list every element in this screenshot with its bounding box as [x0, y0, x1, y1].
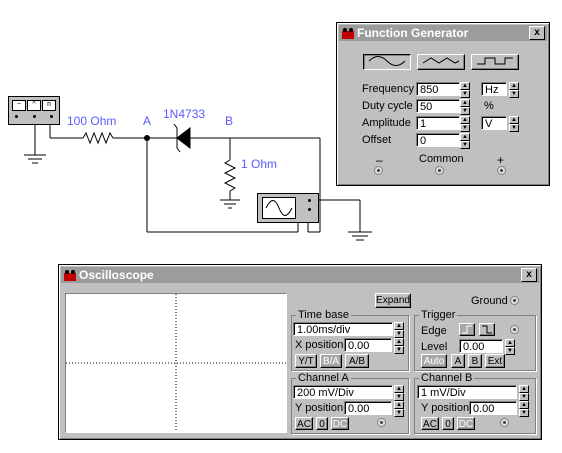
offset-input[interactable]: 0: [416, 133, 460, 147]
function-generator-titlebar[interactable]: Function Generator x: [339, 25, 547, 41]
edge-label: Edge: [421, 325, 447, 337]
channel-a-zero-button[interactable]: 0: [316, 417, 328, 430]
ground-terminal[interactable]: [510, 296, 519, 305]
plus-label: +: [497, 153, 505, 167]
oscilloscope-window: Oscilloscope x Expand Ground Time base 1…: [58, 264, 542, 440]
ab-mode-button[interactable]: A/B: [345, 354, 369, 368]
amplitude-unit-select[interactable]: V: [481, 116, 507, 130]
app-icon: [63, 268, 77, 282]
oscilloscope-titlebar[interactable]: Oscilloscope x: [61, 267, 539, 283]
frequency-unit-select[interactable]: Hz: [481, 82, 507, 96]
duty-cycle-stepper[interactable]: ▲ ▼: [460, 99, 470, 115]
channel-a-scale-input[interactable]: 200 mV/Div: [293, 385, 393, 399]
ext-trigger-terminal[interactable]: [510, 325, 519, 334]
level-input[interactable]: 0.00: [459, 339, 503, 353]
frequency-label: Frequency: [362, 83, 414, 95]
level-label: Level: [421, 341, 448, 353]
node-b-label: B: [225, 114, 234, 128]
sine-icon: [368, 56, 406, 66]
offset-label: Offset: [362, 134, 392, 146]
resistor1-label: 100 Ohm: [67, 114, 117, 128]
channel-a-dc-button[interactable]: DC: [331, 417, 349, 430]
square-wave-button[interactable]: [471, 54, 519, 70]
triangle-icon: [422, 57, 460, 64]
channel-b-scale-input[interactable]: 1 mV/Div: [417, 385, 517, 399]
channel-b-dc-button[interactable]: DC: [457, 417, 475, 430]
rising-edge-button[interactable]: [459, 323, 475, 336]
frequency-stepper[interactable]: ▲ ▼: [460, 82, 470, 98]
falling-edge-button[interactable]: [479, 323, 495, 336]
app-icon: [341, 26, 355, 40]
diode-label: 1N4733: [163, 107, 206, 121]
x-position-label: X position: [295, 339, 344, 351]
minus-terminal[interactable]: [374, 166, 383, 175]
trigger-b-button[interactable]: B: [468, 354, 482, 368]
amplitude-input[interactable]: 1: [416, 116, 460, 130]
channel-b-terminal[interactable]: [500, 418, 509, 427]
close-button[interactable]: x: [521, 268, 537, 282]
timebase-stepper[interactable]: ▲ ▼: [394, 322, 404, 338]
falling-edge-icon: [482, 325, 492, 334]
rising-edge-icon: [462, 325, 472, 334]
oscilloscope-icon[interactable]: [257, 193, 319, 223]
channel-b-ypos-stepper[interactable]: ▲ ▼: [519, 401, 529, 417]
channel-a-ypos-input[interactable]: 0.00: [344, 401, 392, 415]
timebase-input[interactable]: 1.00ms/div: [293, 322, 393, 336]
scope-screen: [65, 293, 287, 433]
channel-a-title: Channel A: [296, 372, 351, 384]
frequency-unit-stepper[interactable]: ▲ ▼: [509, 82, 519, 98]
resistor2-label: 1 Ohm: [241, 157, 278, 171]
function-generator-icon[interactable]: ~ ^ п: [8, 96, 60, 125]
auto-trigger-button[interactable]: Auto: [421, 354, 447, 368]
timebase-title: Time base: [296, 309, 351, 321]
amplitude-unit-stepper[interactable]: ▲ ▼: [509, 116, 519, 132]
channel-b-ypos-label: Y position: [421, 402, 470, 414]
channel-b-scale-stepper[interactable]: ▲ ▼: [519, 385, 529, 401]
oscilloscope-title: Oscilloscope: [79, 268, 154, 282]
scope-graticule: [66, 294, 286, 432]
duty-cycle-label: Duty cycle: [362, 100, 413, 112]
expand-button[interactable]: Expand: [375, 293, 411, 308]
channel-a-terminal[interactable]: [377, 418, 386, 427]
common-terminal[interactable]: [435, 166, 444, 175]
trigger-ext-button[interactable]: Ext: [485, 354, 505, 368]
close-button[interactable]: x: [529, 26, 545, 40]
square-icon: [477, 57, 513, 65]
sine-wave-button[interactable]: [363, 54, 411, 70]
duty-cycle-input[interactable]: 50: [416, 99, 460, 113]
channel-b-ac-button[interactable]: AC: [421, 417, 439, 430]
ground-label: Ground: [471, 295, 508, 307]
frequency-input[interactable]: 850: [416, 82, 460, 96]
channel-b-ypos-input[interactable]: 0.00: [469, 401, 517, 415]
channel-b-zero-button[interactable]: 0: [442, 417, 454, 430]
x-position-stepper[interactable]: ▲ ▼: [394, 338, 404, 354]
minus-label: –: [376, 153, 383, 167]
yt-mode-button[interactable]: Y/T: [295, 354, 317, 368]
channel-a-scale-stepper[interactable]: ▲ ▼: [394, 385, 404, 401]
channel-b-title: Channel B: [419, 372, 475, 384]
trigger-title: Trigger: [419, 309, 458, 321]
function-generator-window: Function Generator x Frequency 850 ▲ ▼ Hz…: [336, 22, 550, 186]
channel-a-ypos-label: Y position: [295, 402, 344, 414]
common-label: Common: [419, 153, 464, 165]
duty-cycle-unit: %: [484, 100, 494, 112]
channel-a-ypos-stepper[interactable]: ▲ ▼: [394, 401, 404, 417]
x-position-input[interactable]: 0.00: [344, 338, 392, 352]
sine-wave-icon: [265, 200, 293, 216]
triangle-wave-button[interactable]: [417, 54, 465, 70]
ba-mode-button[interactable]: B/A: [320, 354, 342, 368]
channel-a-ac-button[interactable]: AC: [295, 417, 313, 430]
amplitude-label: Amplitude: [362, 117, 411, 129]
level-stepper[interactable]: ▲ ▼: [505, 339, 515, 355]
plus-terminal[interactable]: [497, 166, 506, 175]
node-a-label: A: [143, 114, 152, 128]
function-generator-title: Function Generator: [357, 26, 469, 40]
offset-stepper[interactable]: ▲ ▼: [460, 133, 470, 149]
trigger-a-button[interactable]: A: [451, 354, 465, 368]
amplitude-stepper[interactable]: ▲ ▼: [460, 116, 470, 132]
